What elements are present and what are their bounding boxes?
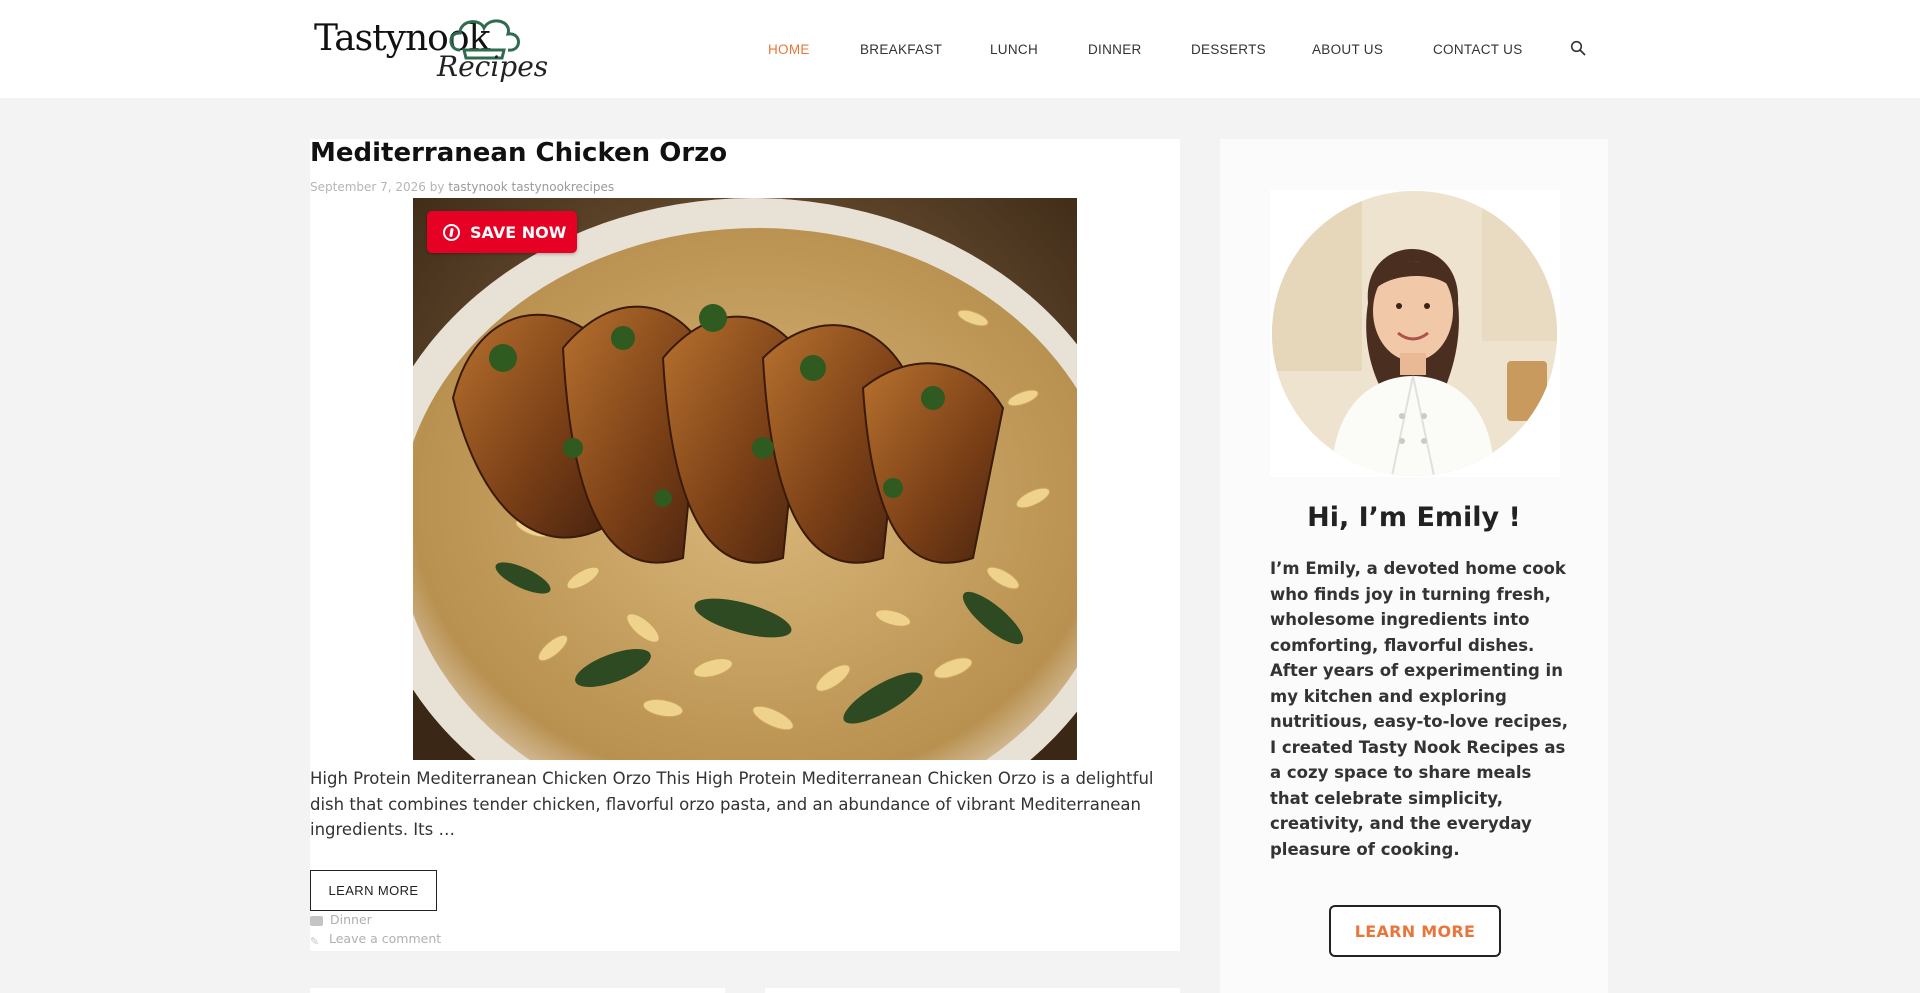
chef-portrait-illustration [1272, 191, 1557, 476]
nav-desserts[interactable]: DESSERTS [1191, 42, 1266, 57]
category-link[interactable]: Dinner [330, 912, 372, 927]
post-title[interactable]: Mediterranean Chicken Orzo [310, 138, 727, 168]
next-post-card [765, 988, 1180, 993]
nav-contact-us[interactable]: CONTACT US [1433, 42, 1523, 57]
sidebar-learn-more-button[interactable]: LEARN MORE [1329, 905, 1501, 957]
post-comments: ✎ Leave a comment [310, 931, 441, 948]
site-header: Tastynook Recipes HOME BREAKFAST LUNCH D… [0, 0, 1920, 98]
post-category: Dinner [310, 912, 372, 927]
pinterest-save-button[interactable]: SAVE NOW [427, 211, 577, 253]
search-icon[interactable] [1570, 40, 1586, 56]
author-bio: I’m Emily, a devoted home cook who finds… [1270, 559, 1568, 859]
author-greeting: Hi, I’m Emily ! [1307, 502, 1521, 533]
logo-text-secondary: Recipes [437, 50, 549, 83]
post-excerpt: High Protein Mediterranean Chicken Orzo … [310, 769, 1154, 839]
author-avatar [1272, 191, 1557, 476]
nav-dinner[interactable]: DINNER [1088, 42, 1142, 57]
post-featured-image[interactable] [413, 198, 1077, 760]
comment-link[interactable]: Leave a comment [329, 931, 441, 946]
chicken-orzo-illustration [413, 198, 1077, 760]
nav-about-us[interactable]: ABOUT US [1312, 42, 1383, 57]
post-author[interactable]: tastynook tastynookrecipes [448, 180, 614, 194]
post-meta: September 7, 2026 by tastynook tastynook… [310, 180, 614, 194]
learn-more-button[interactable]: LEARN MORE [310, 870, 437, 911]
pinterest-icon [443, 223, 460, 241]
nav-lunch[interactable]: LUNCH [990, 42, 1038, 57]
next-post-card [310, 988, 725, 993]
save-button-label: SAVE NOW [470, 222, 567, 242]
post-by-label: by [429, 180, 445, 194]
site-logo[interactable]: Tastynook Recipes [312, 16, 548, 88]
comment-icon: ✎ [310, 934, 320, 948]
folder-icon [310, 915, 323, 926]
nav-home[interactable]: HOME [768, 42, 810, 57]
nav-breakfast[interactable]: BREAKFAST [860, 42, 942, 57]
post-date[interactable]: September 7, 2026 [310, 180, 426, 194]
